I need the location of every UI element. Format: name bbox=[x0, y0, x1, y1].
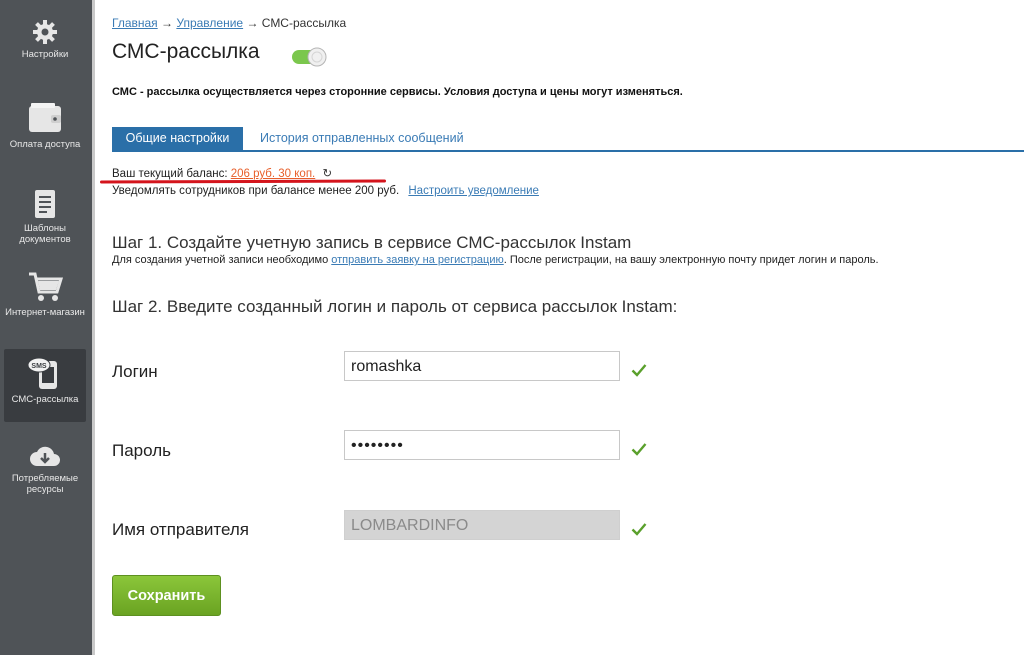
breadcrumb-separator: → bbox=[161, 16, 174, 30]
breadcrumb-separator: → bbox=[246, 16, 259, 30]
breadcrumb-home-link[interactable]: Главная bbox=[112, 16, 158, 30]
step1-heading: Шаг 1. Создайте учетную запись в сервисе… bbox=[112, 233, 632, 252]
login-label: Логин bbox=[112, 362, 158, 381]
tab-general-settings[interactable]: Общие настройки bbox=[112, 127, 243, 150]
gear-icon bbox=[33, 20, 57, 44]
configure-notification-link[interactable]: Настроить уведомление bbox=[408, 185, 539, 197]
check-icon bbox=[631, 523, 647, 536]
sms-phone-icon: SMS bbox=[27, 357, 57, 389]
sidebar-divider bbox=[92, 0, 95, 655]
sidebar-item-sms[interactable]: SMS СМС-рассылка bbox=[4, 349, 86, 422]
cart-icon bbox=[29, 272, 63, 301]
password-label: Пароль bbox=[112, 441, 171, 460]
balance-amount: 206 руб. 30 коп. bbox=[230, 168, 316, 180]
wallet-icon bbox=[29, 103, 61, 132]
sidebar-item-label: Потребляемые ресурсы bbox=[11, 473, 79, 495]
sidebar-item-payment[interactable]: Оплата доступа bbox=[4, 100, 86, 156]
breadcrumb-current: СМС-рассылка bbox=[261, 16, 347, 30]
sidebar-item-label: СМС-рассылка bbox=[11, 394, 79, 405]
cloud-download-icon bbox=[30, 446, 60, 466]
registration-request-link[interactable]: отправить заявку на регистрацию bbox=[331, 254, 503, 266]
step1-desc-text-after: . После регистрации, на вашу электронную… bbox=[503, 254, 879, 266]
sender-name-label: Имя отправителя bbox=[112, 520, 249, 539]
step2-heading: Шаг 2. Введите созданный логин и пароль … bbox=[112, 297, 678, 316]
document-icon bbox=[35, 190, 55, 218]
red-underline-annotation bbox=[99, 179, 387, 184]
sidebar-item-resources[interactable]: Потребляемые ресурсы bbox=[4, 444, 86, 502]
page-title: СМС-рассылка bbox=[112, 40, 260, 63]
sidebar-item-label: Шаблоны документов bbox=[19, 223, 71, 245]
svg-text:SMS: SMS bbox=[31, 363, 47, 370]
service-notice: СМС - рассылка осуществляется через стор… bbox=[112, 86, 683, 98]
login-input[interactable]: romashka bbox=[344, 351, 620, 381]
tab-message-history[interactable]: История отправленных сообщений bbox=[260, 131, 464, 145]
sidebar-item-label: Интернет-магазин bbox=[5, 307, 85, 318]
tabs-underline bbox=[112, 150, 1024, 152]
save-button[interactable]: Сохранить bbox=[112, 575, 221, 616]
sidebar-item-label: Оплата доступа bbox=[9, 139, 81, 150]
sidebar-item-templates[interactable]: Шаблоны документов bbox=[4, 188, 86, 250]
balance-label: Ваш текущий баланс: bbox=[112, 168, 228, 180]
step1-desc-text: Для создания учетной записи необходимо bbox=[112, 254, 329, 266]
balance-line: Ваш текущий баланс: 206 руб. 30 коп. ↻ bbox=[112, 166, 332, 180]
sidebar-item-label: Настройки bbox=[21, 49, 69, 60]
sender-name-input: LOMBARDINFO bbox=[344, 510, 620, 540]
notify-text: Уведомлять сотрудников при балансе менее… bbox=[112, 185, 400, 197]
breadcrumb: Главная → Управление → СМС-рассылка bbox=[112, 16, 346, 30]
sidebar-item-settings[interactable]: Настройки bbox=[4, 18, 86, 68]
check-icon bbox=[631, 364, 647, 377]
breadcrumb-manage-link[interactable]: Управление bbox=[176, 16, 243, 30]
enable-toggle[interactable] bbox=[291, 47, 327, 67]
refresh-icon[interactable]: ↻ bbox=[322, 168, 332, 180]
notify-line: Уведомлять сотрудников при балансе менее… bbox=[112, 185, 539, 197]
password-input[interactable]: •••••••• bbox=[344, 430, 620, 460]
check-icon bbox=[631, 443, 647, 456]
step1-description: Для создания учетной записи необходимо о… bbox=[112, 254, 879, 266]
sidebar-item-shop[interactable]: Интернет-магазин bbox=[4, 270, 86, 336]
